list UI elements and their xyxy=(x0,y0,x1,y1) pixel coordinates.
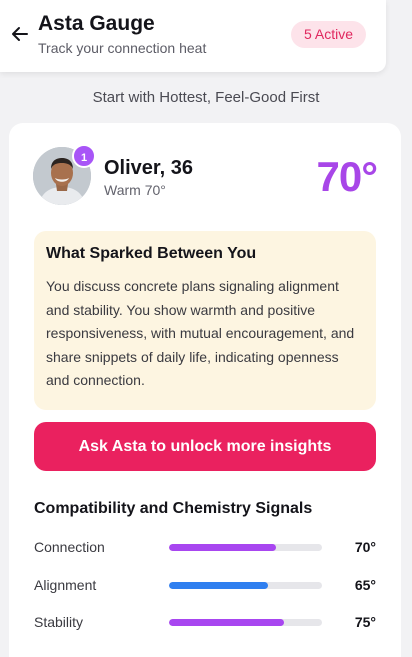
signal-row-stability: Stability 75° xyxy=(34,612,376,632)
sort-caption: Start with Hottest, Feel-Good First xyxy=(92,89,320,106)
page-title: Asta Gauge xyxy=(38,12,155,35)
signal-track xyxy=(169,619,322,626)
match-card: 1 Oliver, 36 Warm 70° 70° What Sparked B… xyxy=(9,123,401,657)
avatar-container[interactable]: 1 xyxy=(33,144,96,205)
signals-title: Compatibility and Chemistry Signals xyxy=(34,500,313,517)
signal-fill xyxy=(169,582,269,589)
spark-summary-box: What Sparked Between You You discuss con… xyxy=(34,231,376,410)
heat-score: 70° xyxy=(316,153,378,200)
rank-badge: 1 xyxy=(72,144,96,168)
signal-row-connection: Connection 70° xyxy=(34,537,376,557)
signal-label: Stability xyxy=(34,614,84,630)
signal-track xyxy=(169,544,322,551)
signal-value: 65° xyxy=(354,577,376,593)
person-status: Warm 70° xyxy=(104,182,166,198)
signal-fill xyxy=(169,619,284,626)
page-subtitle: Track your connection heat xyxy=(38,40,207,56)
signal-value: 70° xyxy=(354,539,376,555)
arrow-left-icon[interactable] xyxy=(10,24,30,44)
signal-track xyxy=(169,582,322,589)
active-count-badge[interactable]: 5 Active xyxy=(291,21,367,48)
signal-fill xyxy=(169,544,277,551)
app-header: Asta Gauge Track your connection heat 5 … xyxy=(0,0,386,72)
spark-text: You discuss concrete plans signaling ali… xyxy=(46,278,355,388)
signal-label: Alignment xyxy=(34,577,97,593)
person-name[interactable]: Oliver, 36 xyxy=(104,157,193,180)
signal-row-alignment: Alignment 65° xyxy=(34,575,376,595)
signal-label: Connection xyxy=(34,539,105,555)
spark-title: What Sparked Between You xyxy=(46,245,257,262)
signal-value: 75° xyxy=(354,614,376,630)
unlock-insights-button[interactable]: Ask Asta to unlock more insights xyxy=(34,422,376,471)
